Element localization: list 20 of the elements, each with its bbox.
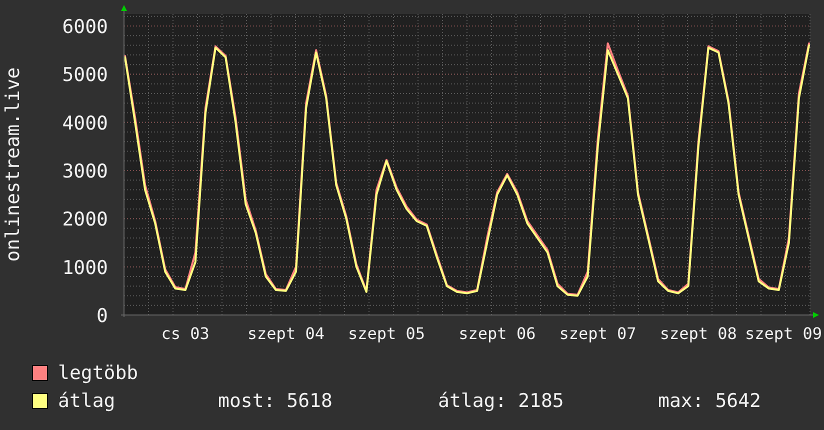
y-axis-title: onlinestream.live xyxy=(2,67,24,262)
y-tick-label: 3000 xyxy=(62,160,108,183)
y-tick-label: 5000 xyxy=(62,64,108,86)
x-tick-label: szept 07 xyxy=(559,324,636,343)
legend-stat: átlag: 2185 xyxy=(438,389,565,413)
y-tick-label: 1000 xyxy=(62,256,108,279)
y-tick-label: 2000 xyxy=(62,208,108,231)
x-tick-label: szept 09 xyxy=(744,324,822,343)
x-tick-label: cs 03 xyxy=(161,324,210,343)
y-tick-label: 6000 xyxy=(62,16,108,38)
x-tick-label: szept 08 xyxy=(660,324,737,343)
legend-label: átlag xyxy=(58,389,116,413)
legend-label: legtöbb xyxy=(58,361,140,385)
x-tick-label: szept 05 xyxy=(348,324,426,343)
legend-stat: max: 5642 xyxy=(658,389,761,413)
y-tick-label: 0 xyxy=(96,305,108,327)
x-tick-label: szept 04 xyxy=(247,324,324,343)
x-tick-label: szept 06 xyxy=(458,324,536,343)
legend-stat: most: 5618 xyxy=(218,389,334,413)
y-tick-label: 4000 xyxy=(62,112,108,134)
